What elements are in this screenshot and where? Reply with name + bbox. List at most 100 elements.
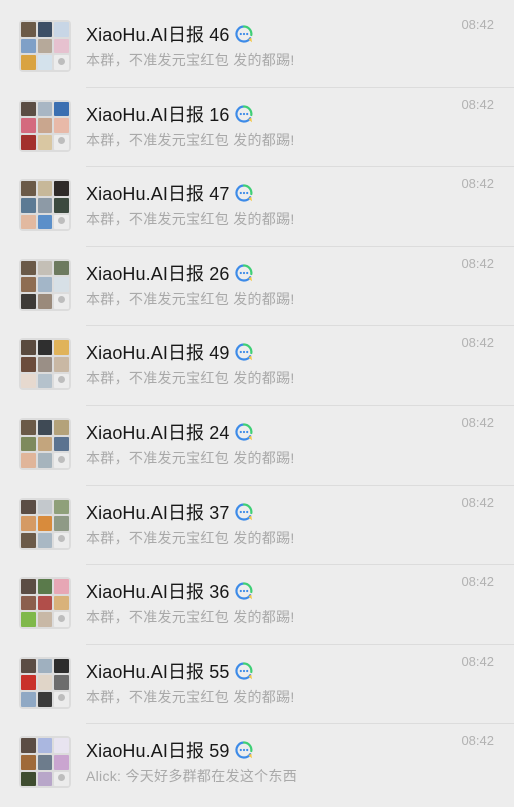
title-line: XiaoHu.AI日报 26 [86, 259, 496, 287]
member-avatar [37, 101, 53, 117]
chat-time: 08:42 [461, 176, 494, 192]
colorful-speech-bubble-icon [235, 104, 253, 123]
member-avatar [21, 532, 36, 548]
colorful-speech-bubble-icon [235, 343, 253, 361]
member-avatar [54, 22, 69, 37]
row-divider [86, 564, 514, 566]
member-avatar [54, 579, 69, 594]
member-avatar [54, 436, 69, 452]
row-divider [86, 245, 514, 247]
member-avatar [21, 738, 36, 753]
chat-row[interactable]: XiaoHu.AI日报 37 本群，不准发元宝红包 发的都踢! 08:42 [0, 484, 514, 565]
member-avatar [37, 612, 53, 628]
message-preview: 本群，不准发元宝红包 发的都踢! [86, 529, 295, 546]
colorful-speech-bubble-icon [235, 25, 253, 43]
chat-time: 08:42 [461, 733, 494, 749]
member-avatar [37, 579, 53, 594]
group-avatar[interactable] [19, 258, 71, 311]
chat-body: XiaoHu.AI日报 36 本群，不准发元宝红包 发的都踢! [86, 577, 496, 627]
member-avatar [21, 181, 36, 196]
member-avatar [21, 658, 36, 674]
member-avatar [37, 277, 53, 293]
chat-row[interactable]: XiaoHu.AI日报 47 本群，不准发元宝红包 发的都踢! 08:42 [0, 166, 514, 246]
group-avatar[interactable] [19, 179, 71, 232]
title-line: XiaoHu.AI日报 16 [86, 100, 496, 128]
member-avatar [54, 340, 69, 356]
default-avatar-icon [54, 134, 69, 150]
default-avatar-icon [54, 294, 69, 309]
member-avatar [21, 357, 36, 372]
member-avatar [21, 771, 36, 787]
chat-row[interactable]: XiaoHu.AI日报 59 Alick: 今天好多群都在发这个东西 08:42 [0, 723, 514, 803]
row-divider [86, 166, 514, 168]
chat-row[interactable]: XiaoHu.AI日报 16 本群，不准发元宝红包 发的都踢! 08:42 [0, 86, 514, 167]
group-avatar[interactable] [19, 99, 71, 152]
member-avatar [37, 197, 53, 213]
member-avatar [21, 118, 36, 133]
member-avatar [21, 134, 36, 150]
member-avatar [37, 181, 53, 196]
member-avatar [37, 55, 53, 70]
chat-row[interactable]: XiaoHu.AI日报 24 本群，不准发元宝红包 发的都踢! 08:42 [0, 404, 514, 485]
chat-row[interactable]: XiaoHu.AI日报 26 本群，不准发元宝红包 发的都踢! 08:42 [0, 245, 514, 326]
member-avatar [54, 419, 69, 435]
chat-row[interactable]: XiaoHu.AI日报 55 本群，不准发元宝红包 发的都踢! 08:42 [0, 643, 514, 724]
group-avatar[interactable] [19, 736, 71, 789]
member-avatar [54, 738, 69, 753]
member-avatar [37, 134, 53, 150]
member-avatar [37, 373, 53, 389]
member-avatar [54, 499, 69, 515]
member-avatar [21, 55, 36, 70]
member-avatar [54, 755, 69, 770]
message-preview: 本群，不准发元宝红包 发的都踢! [86, 609, 295, 626]
message-preview: 本群，不准发元宝红包 发的都踢! [86, 370, 295, 387]
title-line: XiaoHu.AI日报 49 [86, 338, 496, 366]
member-avatar [21, 579, 36, 594]
member-avatar [37, 771, 53, 787]
member-avatar [54, 197, 69, 213]
member-avatar [37, 118, 53, 133]
member-avatar [37, 658, 53, 674]
group-avatar[interactable] [19, 497, 71, 550]
member-avatar [37, 755, 53, 770]
chat-title: XiaoHu.AI日报 26 [86, 263, 230, 284]
member-avatar [37, 294, 53, 309]
colorful-speech-bubble-icon [235, 582, 253, 600]
member-avatar [37, 38, 53, 54]
message-preview: 本群，不准发元宝红包 发的都踢! [86, 131, 295, 148]
member-avatar [54, 118, 69, 133]
group-avatar[interactable] [19, 338, 71, 391]
chat-row[interactable]: XiaoHu.AI日报 36 本群，不准发元宝红包 发的都踢! 08:42 [0, 564, 514, 644]
group-avatar[interactable] [19, 417, 71, 470]
colorful-speech-bubble-icon [235, 184, 253, 202]
row-divider [86, 325, 514, 327]
title-line: XiaoHu.AI日报 36 [86, 577, 496, 605]
default-avatar-icon [54, 612, 69, 628]
chat-body: XiaoHu.AI日报 49 本群，不准发元宝红包 发的都踢! [86, 338, 496, 388]
chat-row[interactable]: XiaoHu.AI日报 49 本群，不准发元宝红包 发的都踢! 08:42 [0, 325, 514, 405]
title-line: XiaoHu.AI日报 37 [86, 498, 496, 526]
member-avatar [54, 675, 69, 691]
chat-row[interactable]: XiaoHu.AI日报 46 本群，不准发元宝红包 发的都踢! 08:42 [0, 7, 514, 87]
member-avatar [21, 675, 36, 691]
chat-body: XiaoHu.AI日报 47 本群，不准发元宝红包 发的都踢! [86, 179, 496, 229]
chat-body: XiaoHu.AI日报 46 本群，不准发元宝红包 发的都踢! [86, 20, 496, 70]
member-avatar [37, 499, 53, 515]
member-avatar [21, 38, 36, 54]
chat-title: XiaoHu.AI日报 59 [86, 741, 230, 762]
row-divider [86, 484, 514, 486]
member-avatar [54, 101, 69, 117]
chat-body: XiaoHu.AI日报 55 本群，不准发元宝红包 发的都踢! [86, 657, 496, 707]
group-avatar[interactable] [19, 20, 71, 72]
row-divider [86, 404, 514, 406]
member-avatar [21, 453, 36, 468]
member-avatar [37, 692, 53, 707]
member-avatar [21, 419, 36, 435]
group-avatar[interactable] [19, 577, 71, 630]
member-avatar [54, 277, 69, 293]
member-avatar [21, 499, 36, 515]
member-avatar [54, 181, 69, 196]
chat-body: XiaoHu.AI日报 24 本群，不准发元宝红包 发的都踢! [86, 418, 496, 468]
group-avatar[interactable] [19, 656, 71, 709]
member-avatar [37, 738, 53, 753]
